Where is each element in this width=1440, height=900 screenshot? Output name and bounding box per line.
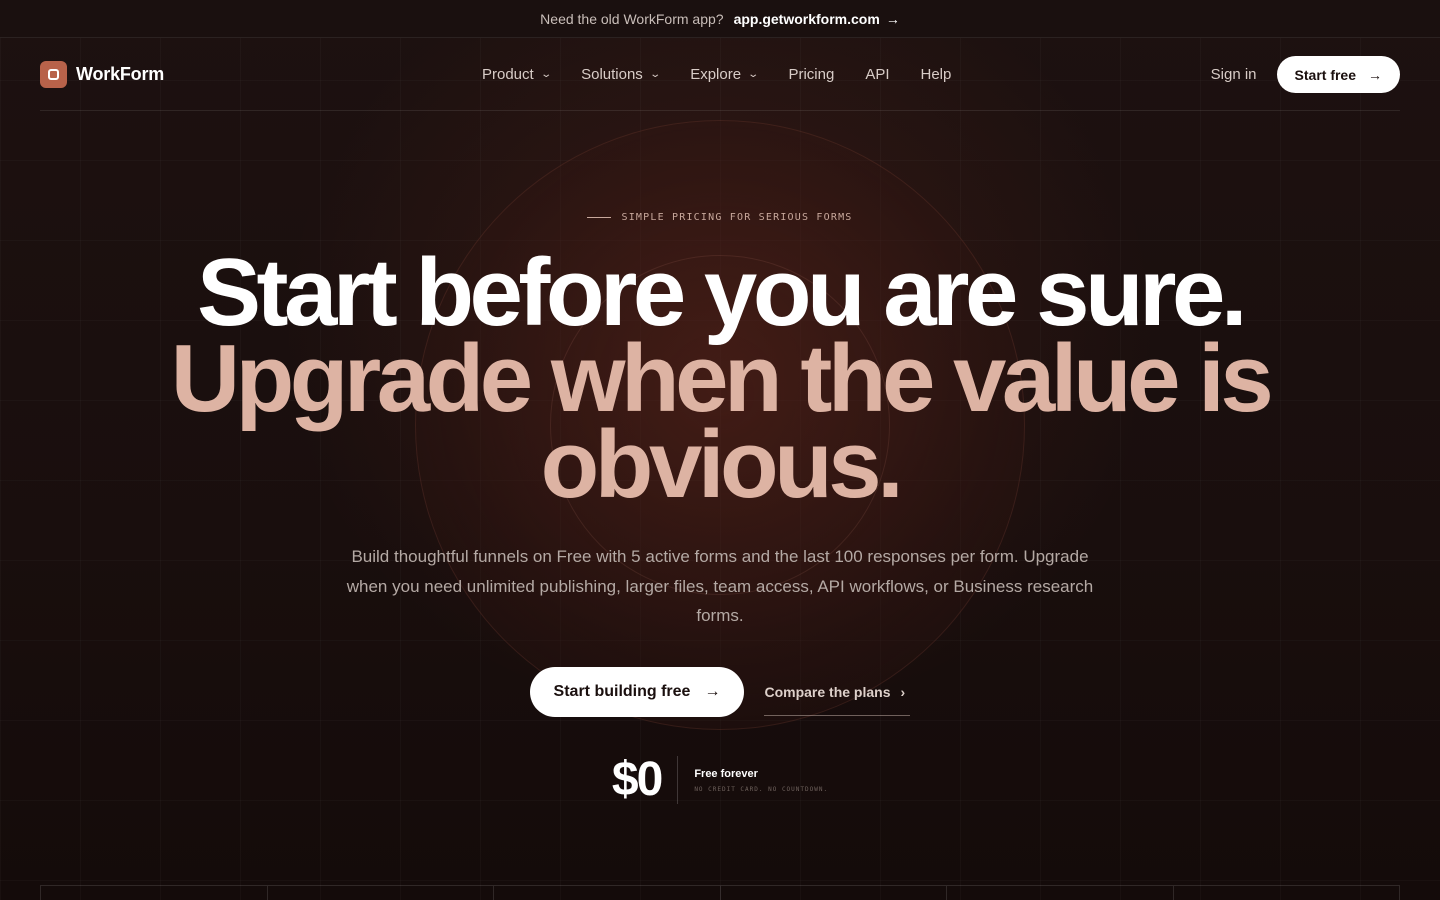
announcement-link[interactable]: app.getworkform.com → <box>734 11 900 27</box>
price-amount: $0 <box>612 756 679 804</box>
plan-card <box>947 886 1174 900</box>
plan-card <box>41 886 268 900</box>
plan-card <box>1174 886 1400 900</box>
nav-item-solutions[interactable]: Solutions ⌄ <box>581 66 661 83</box>
nav-actions: Sign in Start free → <box>1211 38 1400 111</box>
hero-subtitle: Build thoughtful funnels on Free with 5 … <box>346 547 1094 625</box>
nav-item-label: Pricing <box>788 66 835 83</box>
announcement-text: Need the old WorkForm app? <box>540 10 724 27</box>
start-free-button[interactable]: Start free → <box>1276 56 1400 93</box>
plan-card <box>494 886 721 900</box>
nav-item-product[interactable]: Product ⌄ <box>482 66 552 83</box>
headline-line-2: Upgrade when the value is obvious. <box>170 325 1274 518</box>
nav-item-pricing[interactable]: Pricing <box>788 66 834 83</box>
chevron-down-icon: ⌄ <box>747 69 760 80</box>
announcement-bar: Need the old WorkForm app? app.getworkfo… <box>0 0 1440 38</box>
plan-cards-strip <box>40 885 1400 900</box>
logo-icon <box>40 60 67 88</box>
start-free-label: Start free <box>1294 66 1356 83</box>
sign-in-link[interactable]: Sign in <box>1211 66 1257 83</box>
top-navigation: WorkForm Product ⌄ Solutions ⌄ Explore ⌄… <box>40 38 1400 111</box>
start-building-free-button[interactable]: Start building free → <box>529 667 745 717</box>
nav-item-explore[interactable]: Explore ⌄ <box>690 66 760 83</box>
arrow-right-icon: → <box>885 10 900 27</box>
price-summary: $0 Free forever NO CREDIT CARD. NO COUNT… <box>0 756 1440 804</box>
hero-eyebrow: SIMPLE PRICING FOR SERIOUS FORMS <box>0 212 1440 223</box>
compare-plans-link[interactable]: Compare the plans › <box>764 668 911 716</box>
nav-item-label: API <box>865 66 890 83</box>
nav-item-api[interactable]: API <box>865 66 889 83</box>
compare-plans-label: Compare the plans <box>764 683 891 700</box>
eyebrow-text: SIMPLE PRICING FOR SERIOUS FORMS <box>621 212 853 223</box>
nav-item-label: Solutions <box>581 66 643 83</box>
announcement-link-label: app.getworkform.com <box>733 10 880 27</box>
plan-card <box>268 886 494 900</box>
price-note: NO CREDIT CARD. NO COUNTDOWN. <box>694 785 829 793</box>
nav-item-label: Product <box>482 66 534 83</box>
price-label: Free forever <box>694 767 758 780</box>
eyebrow-dash <box>587 217 612 218</box>
hero-cta-row: Start building free → Compare the plans … <box>0 667 1440 717</box>
start-building-free-label: Start building free <box>553 683 691 700</box>
arrow-right-icon: → <box>704 683 721 700</box>
hero-headline: Start before you are sure. Upgrade when … <box>120 239 1320 518</box>
headline-line-1: Start before you are sure. <box>196 239 1248 346</box>
plan-card <box>721 886 947 900</box>
chevron-down-icon: ⌄ <box>540 69 552 80</box>
brand-logo[interactable]: WorkForm <box>40 60 165 88</box>
price-meta: Free forever NO CREDIT CARD. NO COUNTDOW… <box>678 768 828 793</box>
main-menu: Product ⌄ Solutions ⌄ Explore ⌄ Pricing … <box>482 38 951 111</box>
nav-item-label: Help <box>920 66 952 83</box>
brand-name: WorkForm <box>76 63 165 84</box>
nav-item-label: Explore <box>690 66 742 83</box>
chevron-right-icon: › <box>900 683 906 700</box>
arrow-right-icon: → <box>1368 66 1382 83</box>
nav-item-help[interactable]: Help <box>921 66 952 83</box>
chevron-down-icon: ⌄ <box>649 69 661 80</box>
